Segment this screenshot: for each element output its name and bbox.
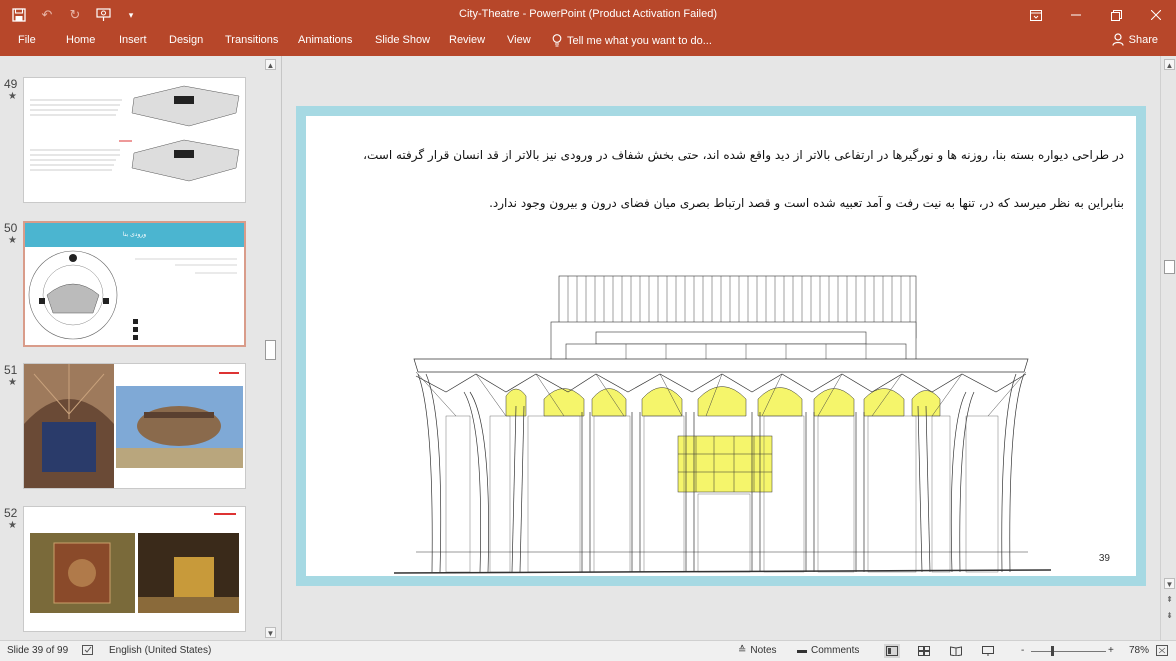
notes-icon: ≙ [738, 645, 747, 656]
thumbnail-image[interactable] [23, 77, 246, 203]
animation-star-icon: ★ [8, 377, 17, 388]
zoom-slider-thumb[interactable] [1051, 646, 1054, 656]
share-label: Share [1128, 33, 1158, 46]
window-title: City-Theatre - PowerPoint (Product Activ… [459, 8, 717, 20]
tab-transitions[interactable]: Transitions [223, 34, 280, 46]
lightbulb-icon [552, 34, 562, 47]
thumbnail-image[interactable] [23, 506, 246, 632]
zoom-level-text: 78% [1129, 645, 1150, 656]
title-bar: ↶ ↻ ▾ City-Theatre - PowerPoint (Product… [0, 0, 1176, 30]
scroll-down-icon[interactable]: ▼ [265, 627, 276, 638]
zoom-slider-track[interactable] [1031, 651, 1106, 652]
animation-star-icon: ★ [8, 235, 17, 246]
tab-file[interactable]: File [16, 34, 38, 46]
thumbnail-number: 49 [4, 77, 18, 91]
notes-button[interactable]: ≙ Notes [738, 645, 777, 656]
previous-slide-icon[interactable]: ⇞ [1164, 594, 1175, 605]
ribbon-display-icon[interactable] [1016, 0, 1056, 30]
zoom-in-button[interactable]: + [1108, 645, 1114, 656]
thumbnail-image[interactable] [23, 363, 246, 489]
ribbon-tabs: File Home Insert Design Transitions Anim… [0, 30, 1176, 56]
animation-star-icon: ★ [8, 91, 17, 102]
normal-view-icon[interactable] [884, 644, 900, 658]
comment-icon: ▬ [797, 645, 807, 656]
share-button[interactable]: Share [1112, 33, 1158, 46]
scroll-down-icon[interactable]: ▼ [1164, 578, 1175, 589]
window-controls [1016, 0, 1176, 30]
tell-me-box[interactable]: Tell me what you want to do... [552, 34, 712, 47]
slide-editor: در طراحی دیواره بسته بنا، روزنه ها و نور… [283, 56, 1160, 640]
thumbnail-number: 50 [4, 221, 18, 235]
theatre-elevation-drawing[interactable] [306, 116, 1136, 576]
slideshow-view-icon[interactable] [980, 644, 996, 658]
slide-frame: در طراحی دیواره بسته بنا، روزنه ها و نور… [296, 106, 1146, 586]
person-icon [1112, 33, 1124, 46]
notes-label: Notes [750, 645, 777, 656]
zoom-out-label: - [1021, 645, 1025, 656]
tab-view[interactable]: View [505, 34, 533, 46]
editor-scrollbar[interactable]: ▲ ▼ ⇞ ⇟ [1160, 56, 1176, 640]
tell-me-text: Tell me what you want to do... [567, 34, 712, 47]
status-bar: Slide 39 of 99 English (United States) ≙… [0, 640, 1176, 661]
thumbnail-image[interactable]: ورودی بنا [23, 221, 246, 347]
slide-number: 39 [1098, 553, 1110, 564]
comments-button[interactable]: ▬ Comments [797, 645, 859, 656]
animation-star-icon: ★ [8, 520, 17, 531]
slide-counter-text: Slide 39 of 99 [7, 645, 69, 656]
tab-insert[interactable]: Insert [117, 34, 149, 46]
fit-to-window-icon[interactable] [1156, 645, 1168, 656]
tab-review[interactable]: Review [447, 34, 487, 46]
slide-sorter-icon[interactable] [916, 644, 932, 658]
language-indicator[interactable]: English (United States) [109, 645, 211, 656]
tab-design[interactable]: Design [167, 34, 205, 46]
scroll-up-icon[interactable]: ▲ [1164, 59, 1175, 70]
tab-animations[interactable]: Animations [296, 34, 354, 46]
next-slide-icon[interactable]: ⇟ [1164, 610, 1175, 621]
scroll-thumb[interactable] [1164, 260, 1175, 274]
powerpoint-window: ↶ ↻ ▾ City-Theatre - PowerPoint (Product… [0, 0, 1176, 661]
thumbnail-number: 51 [4, 363, 18, 377]
comments-label: Comments [811, 645, 860, 656]
thumbnail-number: 52 [4, 506, 18, 520]
slide-canvas[interactable]: در طراحی دیواره بسته بنا، روزنه ها و نور… [306, 116, 1136, 576]
reading-view-icon[interactable] [948, 644, 964, 658]
thumbnail-scrollbar[interactable]: ▲ ▼ [262, 56, 278, 640]
slide-thumbnail-pane[interactable]: 49 ★ 50 ★ ورودی بنا 51 ★ 52 ★ ▲ ▼ [0, 56, 282, 640]
restore-icon[interactable] [1096, 0, 1136, 30]
close-icon[interactable] [1136, 0, 1176, 30]
spell-check-icon[interactable] [82, 645, 95, 656]
scroll-thumb[interactable] [265, 340, 276, 360]
tab-home[interactable]: Home [64, 34, 97, 46]
minimize-icon[interactable] [1056, 0, 1096, 30]
zoom-in-label: + [1108, 645, 1114, 656]
zoom-level[interactable]: 78% [1129, 645, 1149, 656]
language-text: English (United States) [109, 645, 212, 656]
zoom-out-button[interactable]: - [1021, 645, 1024, 656]
scroll-up-icon[interactable]: ▲ [265, 59, 276, 70]
slide-counter: Slide 39 of 99 [7, 645, 68, 656]
tab-slide-show[interactable]: Slide Show [373, 34, 432, 46]
